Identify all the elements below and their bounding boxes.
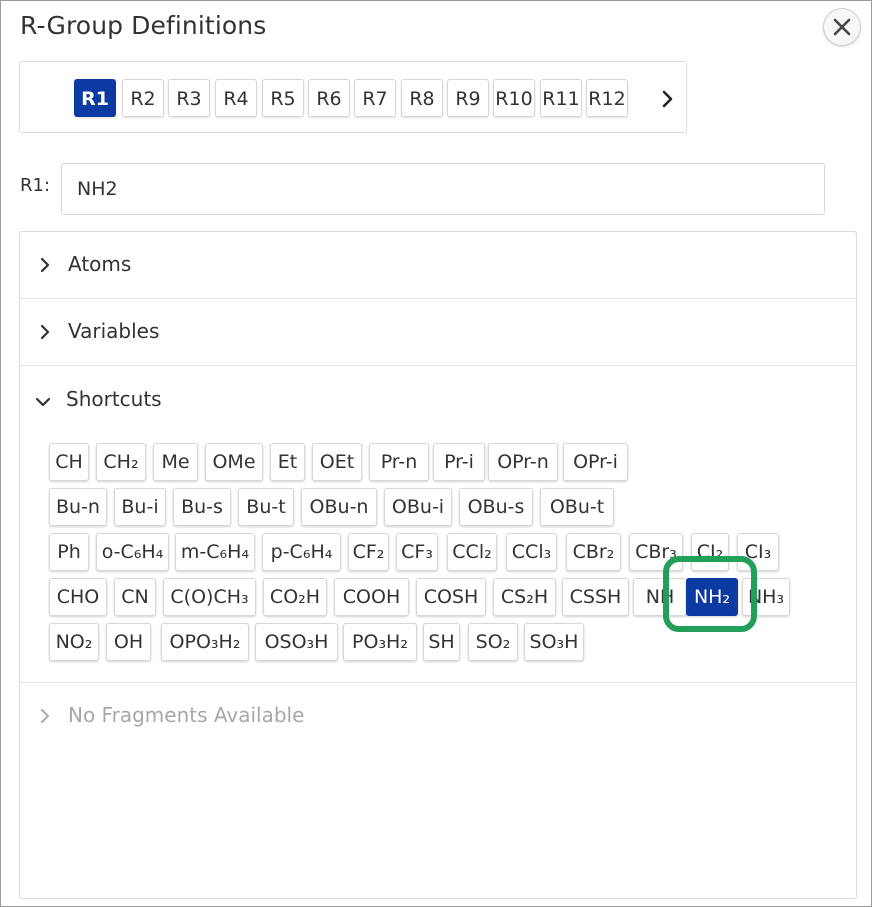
- chevron-right-icon: [40, 708, 50, 724]
- shortcut-chip[interactable]: p-C₆H₄: [262, 533, 341, 571]
- shortcut-chip[interactable]: NH: [633, 578, 687, 616]
- rgroup-tab-r2[interactable]: R2: [122, 79, 164, 117]
- chevron-right-icon[interactable]: [657, 89, 677, 109]
- shortcut-chip[interactable]: CCl₂: [447, 533, 497, 571]
- rgroup-tab-r9[interactable]: R9: [447, 79, 489, 117]
- r1-value-field[interactable]: NH2: [61, 163, 825, 215]
- shortcut-chip[interactable]: CHO: [49, 578, 107, 616]
- shortcut-chip[interactable]: Bu-t: [238, 488, 294, 526]
- shortcut-chip[interactable]: CN: [114, 578, 156, 616]
- shortcut-chip[interactable]: OBu-i: [384, 488, 452, 526]
- section-variables-label: Variables: [68, 319, 160, 343]
- shortcut-chip[interactable]: COSH: [416, 578, 486, 616]
- chevron-right-icon: [40, 257, 50, 273]
- shortcut-chip[interactable]: NH₂: [686, 578, 738, 616]
- rgroup-tab-r3[interactable]: R3: [168, 79, 210, 117]
- shortcut-chip[interactable]: CI₃: [737, 533, 779, 571]
- chevron-right-icon: [40, 324, 50, 340]
- shortcut-chip[interactable]: CBr₂: [566, 533, 621, 571]
- shortcut-chip[interactable]: PO₃H₂: [343, 623, 417, 661]
- shortcut-chip[interactable]: CSSH: [562, 578, 629, 616]
- section-variables[interactable]: Variables: [20, 299, 856, 366]
- close-icon: [833, 18, 851, 36]
- shortcut-chip[interactable]: OPr-n: [488, 443, 558, 481]
- shortcut-chip[interactable]: NH₃: [742, 578, 790, 616]
- shortcut-chip[interactable]: CO₂H: [263, 578, 327, 616]
- shortcut-chip[interactable]: CCl₃: [506, 533, 557, 571]
- section-shortcuts-label[interactable]: Shortcuts: [66, 387, 162, 411]
- shortcut-chip[interactable]: CI₂: [691, 533, 729, 571]
- rgroup-tab-r12[interactable]: R12: [586, 79, 628, 117]
- shortcut-chip[interactable]: CS₂H: [493, 578, 556, 616]
- rgroup-tab-r4[interactable]: R4: [215, 79, 257, 117]
- shortcut-chip[interactable]: OH: [106, 623, 151, 661]
- definition-accordion: Atoms Variables Shortcuts CH CH₂ Me OMe Et OE…: [19, 231, 857, 899]
- shortcut-chip[interactable]: Bu-n: [49, 488, 107, 526]
- shortcut-chip[interactable]: CH₂: [96, 443, 146, 481]
- shortcut-chip[interactable]: OBu-n: [301, 488, 377, 526]
- shortcut-chip[interactable]: OPr-i: [563, 443, 628, 481]
- rgroup-dialog: R-Group Definitions R1 R2 R3 R4 R5 R6 R7 R8 R9 R1…: [0, 0, 872, 907]
- shortcut-chip[interactable]: OPO₃H₂: [161, 623, 249, 661]
- section-atoms-label: Atoms: [68, 252, 132, 276]
- shortcut-chip[interactable]: Ph: [49, 533, 89, 571]
- shortcut-chip[interactable]: Et: [270, 443, 305, 481]
- shortcut-chip[interactable]: COOH: [334, 578, 409, 616]
- shortcut-chip[interactable]: Pr-i: [433, 443, 485, 481]
- chevron-down-icon[interactable]: [35, 394, 51, 410]
- shortcut-chip[interactable]: OMe: [205, 443, 263, 481]
- shortcut-chip[interactable]: OSO₃H: [255, 623, 338, 661]
- shortcut-chip[interactable]: SO₃H: [524, 623, 584, 661]
- section-fragments: No Fragments Available: [20, 682, 856, 749]
- shortcut-chip[interactable]: m-C₆H₄: [175, 533, 255, 571]
- rgroup-tabs: R1 R2 R3 R4 R5 R6 R7 R8 R9 R10 R11 R12: [19, 61, 687, 133]
- shortcut-chip[interactable]: CBr₃: [629, 533, 683, 571]
- shortcut-chip[interactable]: o-C₆H₄: [96, 533, 169, 571]
- shortcut-chip[interactable]: NO₂: [49, 623, 99, 661]
- rgroup-tab-r1[interactable]: R1: [74, 79, 116, 117]
- close-button[interactable]: [823, 8, 861, 46]
- dialog-title: R-Group Definitions: [20, 11, 267, 40]
- shortcut-chip[interactable]: OEt: [312, 443, 362, 481]
- rgroup-tab-r7[interactable]: R7: [354, 79, 396, 117]
- rgroup-tab-r8[interactable]: R8: [401, 79, 443, 117]
- shortcut-chip[interactable]: CF₃: [396, 533, 438, 571]
- rgroup-tab-r11[interactable]: R11: [540, 79, 582, 117]
- rgroup-tab-r10[interactable]: R10: [493, 79, 535, 117]
- shortcut-chip[interactable]: CH: [49, 443, 89, 481]
- shortcut-chip[interactable]: CF₂: [348, 533, 389, 571]
- shortcut-chip[interactable]: C(O)CH₃: [163, 578, 256, 616]
- shortcut-chip[interactable]: Bu-i: [114, 488, 166, 526]
- shortcut-chip[interactable]: Me: [153, 443, 198, 481]
- section-atoms[interactable]: Atoms: [20, 232, 856, 299]
- shortcut-chip[interactable]: Bu-s: [173, 488, 231, 526]
- shortcut-chip[interactable]: SH: [423, 623, 460, 661]
- shortcut-chip[interactable]: OBu-s: [459, 488, 533, 526]
- rgroup-tab-r5[interactable]: R5: [262, 79, 304, 117]
- rgroup-tab-r6[interactable]: R6: [308, 79, 350, 117]
- section-fragments-label: No Fragments Available: [68, 703, 305, 727]
- r1-label: R1:: [20, 175, 51, 196]
- shortcut-chip[interactable]: OBu-t: [540, 488, 614, 526]
- shortcut-chip[interactable]: SO₂: [468, 623, 518, 661]
- shortcut-chip[interactable]: Pr-n: [369, 443, 429, 481]
